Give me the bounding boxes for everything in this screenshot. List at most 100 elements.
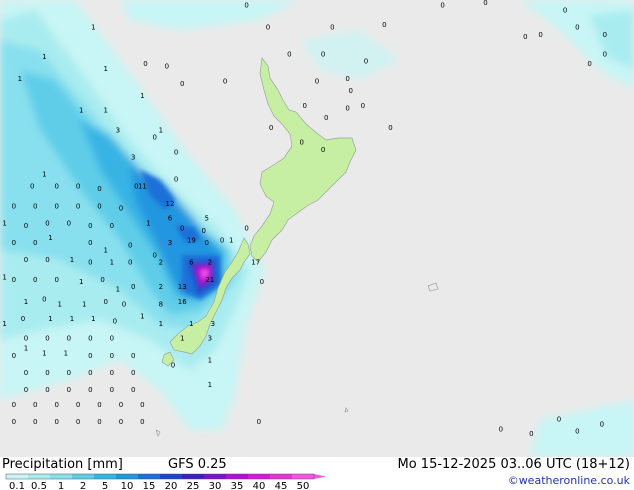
- precip-value-132: 0: [76, 418, 80, 426]
- precip-value-166: 0: [603, 31, 607, 39]
- precip-value-10: 11: [138, 183, 147, 191]
- precip-value-107: 0: [110, 352, 114, 360]
- precip-value-60: 0: [174, 148, 178, 156]
- precip-value-5: 1: [79, 107, 83, 115]
- precip-value-105: 0: [12, 352, 16, 360]
- precip-value-106: 0: [88, 352, 92, 360]
- model-name: GFS 0.25: [168, 457, 227, 472]
- legend-label-1: 0.5: [31, 481, 47, 490]
- precip-value-15: 19: [187, 237, 196, 245]
- precip-value-8: 3: [116, 126, 120, 134]
- precip-value-136: 0: [257, 418, 261, 426]
- precip-value-37: 1: [208, 381, 212, 389]
- precip-value-99: 0: [113, 318, 117, 326]
- precip-value-70: 0: [54, 183, 58, 191]
- precip-value-170: 0: [244, 1, 248, 9]
- precip-value-61: 0: [174, 175, 178, 183]
- precip-value-31: 1: [159, 320, 163, 328]
- precip-value-150: 0: [348, 87, 352, 95]
- precip-value-46: 1: [79, 278, 83, 286]
- precip-value-40: 1: [2, 273, 6, 281]
- precip-value-158: 0: [321, 146, 325, 154]
- legend-swatch-8: [182, 474, 204, 479]
- precip-value-3: 1: [103, 65, 107, 73]
- precip-value-117: 0: [45, 386, 49, 394]
- precip-value-137: 0: [499, 425, 503, 433]
- legend-swatch-2: [50, 474, 72, 479]
- precip-value-75: 0: [54, 202, 58, 210]
- map-footer: Precipitation [mm] GFS 0.25 Mo 15-12-202…: [0, 457, 634, 490]
- precipitation-map: 111111 1133111216 5193 111 2 6 2 17212 1318 1611 1…: [0, 0, 634, 457]
- precip-value-29: 16: [178, 298, 187, 306]
- legend-label-12: 45: [275, 481, 288, 490]
- precip-value-109: 0: [24, 369, 28, 377]
- precip-value-147: 0: [321, 50, 325, 58]
- legend-arrow: [314, 474, 326, 479]
- precip-value-64: 0: [244, 224, 248, 232]
- precip-value-134: 0: [119, 418, 123, 426]
- precip-value-131: 0: [54, 418, 58, 426]
- precip-value-24: 21: [205, 276, 214, 284]
- precip-value-53: 1: [64, 349, 68, 357]
- precip-value-129: 0: [12, 418, 16, 426]
- precip-value-80: 0: [45, 219, 49, 227]
- precip-value-127: 0: [119, 401, 123, 409]
- precip-value-110: 0: [45, 369, 49, 377]
- legend-label-5: 10: [121, 481, 134, 490]
- precip-value-50: 1: [70, 315, 74, 323]
- precip-value-104: 0: [110, 335, 114, 343]
- legend-swatch-7: [160, 474, 182, 479]
- precip-value-126: 0: [97, 401, 101, 409]
- precip-value-143: 0: [223, 77, 227, 85]
- precip-value-36: 1: [208, 357, 212, 365]
- precip-value-156: 0: [388, 124, 392, 132]
- credit-link[interactable]: ©weatheronline.co.uk: [508, 474, 630, 487]
- precip-value-165: 0: [538, 31, 542, 39]
- precip-value-62: 0: [180, 224, 184, 232]
- legend-swatch-11: [248, 474, 270, 479]
- precip-value-2: 1: [18, 75, 22, 83]
- precip-value-65: 0: [152, 251, 156, 259]
- precip-value-20: 2: [159, 259, 163, 267]
- precip-value-119: 0: [88, 386, 92, 394]
- precip-value-17: 1: [229, 237, 233, 245]
- precip-value-135: 0: [140, 418, 144, 426]
- precip-value-157: 0: [299, 139, 303, 147]
- precip-value-144: 0: [266, 23, 270, 31]
- legend-swatch-4: [94, 474, 116, 479]
- precip-value-7: 1: [159, 126, 163, 134]
- legend-swatch-6: [138, 474, 160, 479]
- legend-label-6: 15: [143, 481, 156, 490]
- precip-value-44: 1: [48, 234, 52, 242]
- precip-value-11: 12: [166, 200, 175, 208]
- valid-time: Mo 15-12-2025 03..06 UTC (18+12): [397, 457, 631, 472]
- precip-value-120: 0: [110, 386, 114, 394]
- precip-value-138: 0: [529, 430, 533, 438]
- precip-value-52: 1: [42, 349, 46, 357]
- precip-value-57: 0: [143, 60, 147, 68]
- precip-value-163: 0: [563, 6, 567, 14]
- precip-value-41: 1: [24, 298, 28, 306]
- precip-value-45: 1: [70, 256, 74, 264]
- precip-value-146: 0: [315, 77, 319, 85]
- precip-value-71: 0: [76, 183, 80, 191]
- precip-value-51: 1: [91, 315, 95, 323]
- precip-value-151: 0: [364, 58, 368, 66]
- legend-swatch-3: [72, 474, 94, 479]
- precip-value-160: 0: [440, 1, 444, 9]
- precip-value-16: 3: [168, 239, 172, 247]
- precip-value-42: 1: [2, 320, 6, 328]
- precip-value-152: 0: [361, 102, 365, 110]
- precip-value-81: 0: [67, 219, 71, 227]
- precip-value-22: 2: [208, 259, 212, 267]
- legend-label-10: 35: [231, 481, 244, 490]
- precip-value-128: 0: [140, 401, 144, 409]
- precip-value-118: 0: [67, 386, 71, 394]
- legend-swatch-9: [204, 474, 226, 479]
- precip-value-142: 0: [165, 63, 169, 71]
- precip-value-78: 0: [119, 205, 123, 213]
- precip-value-86: 0: [88, 239, 92, 247]
- precip-value-4: 1: [140, 92, 144, 100]
- precip-value-30: 1: [140, 313, 144, 321]
- precip-value-164: 0: [575, 23, 579, 31]
